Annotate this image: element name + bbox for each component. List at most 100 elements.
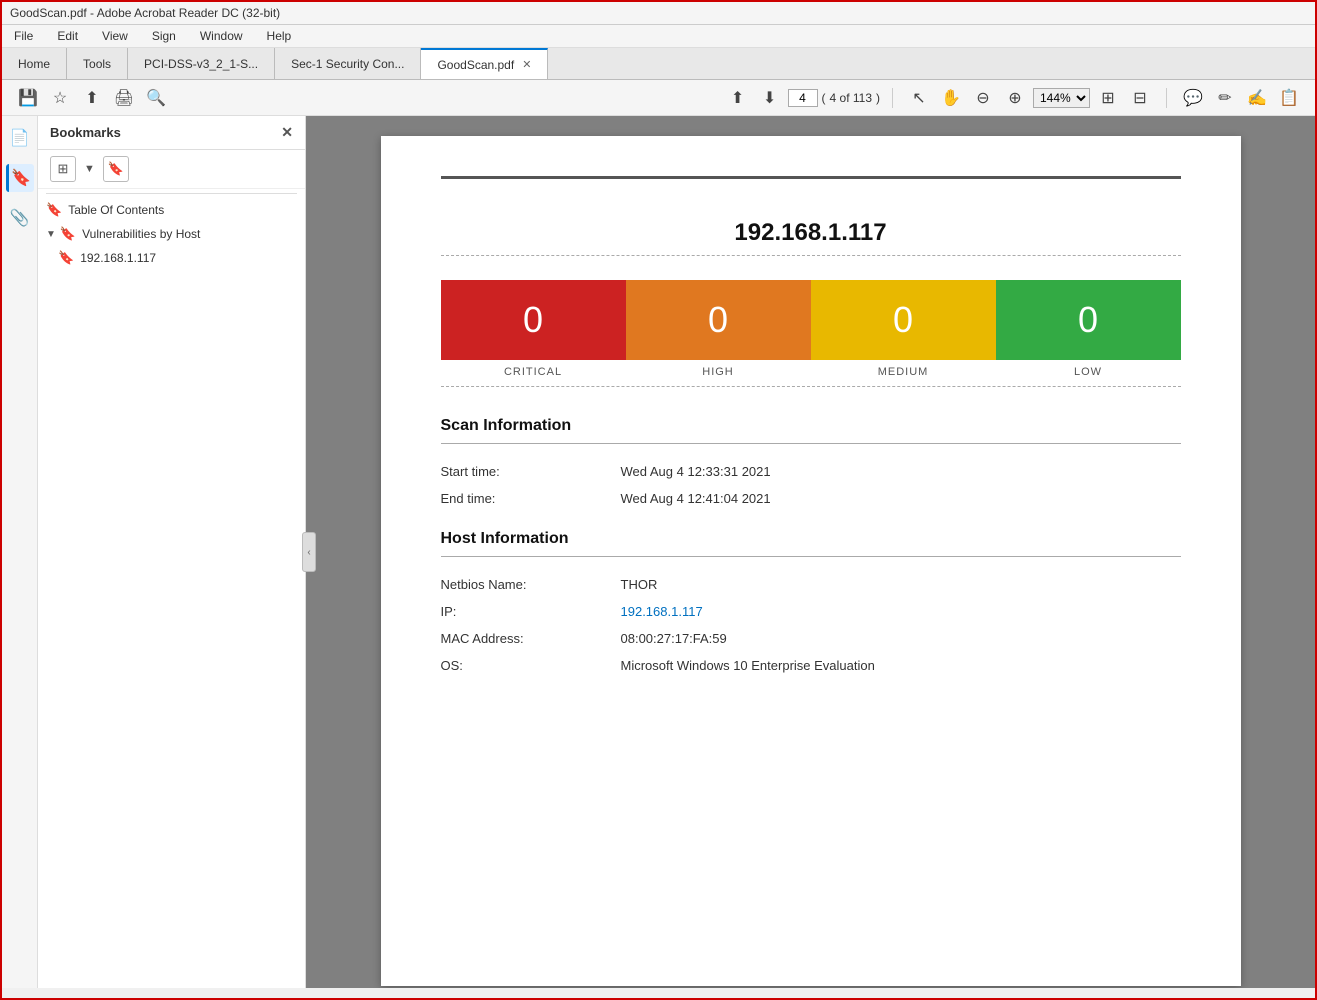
sidebar-bookmark-icon[interactable]: 🔖 xyxy=(103,156,129,182)
hand-tool-button[interactable]: ✋ xyxy=(937,84,965,112)
left-icon-bookmarks[interactable]: 🔖 xyxy=(6,164,34,192)
sidebar-header: Bookmarks ✕ xyxy=(38,116,305,150)
toolbar-right-group: 💬 ✏ ✍ 📋 xyxy=(1179,84,1303,112)
menu-bar: File Edit View Sign Window Help xyxy=(2,25,1315,48)
os-value: Microsoft Windows 10 Enterprise Evaluati… xyxy=(621,658,875,673)
fit-width-button[interactable]: ⊟ xyxy=(1126,84,1154,112)
scan-info-row-0: Start time: Wed Aug 4 12:33:31 2021 xyxy=(441,464,1181,479)
sidebar-collapse-handle[interactable]: ‹ xyxy=(302,532,316,572)
sidebar-item-vuln-host[interactable]: ▼ 🔖 Vulnerabilities by Host xyxy=(38,222,305,246)
tab-goodscan[interactable]: GoodScan.pdf ✕ xyxy=(421,48,548,79)
cursor-tool-button[interactable]: ↖ xyxy=(905,84,933,112)
scan-info-title: Scan Information xyxy=(441,417,1181,435)
host-ip-title: 192.168.1.117 xyxy=(441,219,1181,256)
zoom-in-button[interactable]: ⊕ xyxy=(1001,84,1029,112)
page-paren-close: ) xyxy=(876,91,880,105)
zoom-out-button[interactable]: ⊖ xyxy=(969,84,997,112)
scan-end-value: Wed Aug 4 12:41:04 2021 xyxy=(621,491,771,506)
high-count: 0 xyxy=(708,299,728,341)
medium-count: 0 xyxy=(893,299,913,341)
menu-edit[interactable]: Edit xyxy=(53,27,82,45)
scan-start-label: Start time: xyxy=(441,464,621,479)
edit-button[interactable]: ✏ xyxy=(1211,84,1239,112)
save-button[interactable]: 💾 xyxy=(14,84,42,112)
host-info-divider xyxy=(441,556,1181,557)
scan-info-section: Scan Information Start time: Wed Aug 4 1… xyxy=(441,417,1181,506)
zoom-select[interactable]: 144% 100% 75% 150% xyxy=(1033,88,1090,108)
os-label: OS: xyxy=(441,658,621,673)
ip-label: IP: xyxy=(441,604,621,619)
left-icon-attachments[interactable]: 📎 xyxy=(6,204,34,232)
toolbar-cursor-group: ↖ ✋ ⊖ ⊕ 144% 100% 75% 150% ⊞ ⊟ xyxy=(905,84,1154,112)
menu-view[interactable]: View xyxy=(98,27,132,45)
left-icon-panel: 📄 🔖 📎 xyxy=(2,116,38,988)
title-bar: GoodScan.pdf - Adobe Acrobat Reader DC (… xyxy=(2,2,1315,25)
menu-sign[interactable]: Sign xyxy=(148,27,180,45)
sidebar-grid-icon[interactable]: ⊞ xyxy=(50,156,76,182)
severity-labels: CRITICAL HIGH MEDIUM LOW xyxy=(441,360,1181,387)
main-area: 📄 🔖 📎 Bookmarks ✕ ⊞ ▼ 🔖 🔖 Table Of Conte… xyxy=(2,116,1315,988)
host-info-title: Host Information xyxy=(441,530,1181,548)
vuln-host-toggle[interactable]: ▼ xyxy=(46,229,56,240)
search-button[interactable]: 🔍 xyxy=(142,84,170,112)
menu-file[interactable]: File xyxy=(10,27,37,45)
bookmark-icon-toc: 🔖 xyxy=(46,202,62,218)
scan-start-value: Wed Aug 4 12:33:31 2021 xyxy=(621,464,771,479)
pdf-top-line xyxy=(441,176,1181,179)
host-info-row-2: MAC Address: 08:00:27:17:FA:59 xyxy=(441,631,1181,646)
menu-help[interactable]: Help xyxy=(263,27,296,45)
more-tools-button[interactable]: 📋 xyxy=(1275,84,1303,112)
tab-close-icon[interactable]: ✕ xyxy=(522,58,531,71)
bookmark-icon-ip: 🔖 xyxy=(58,250,74,266)
menu-window[interactable]: Window xyxy=(196,27,247,45)
upload-button[interactable]: ⬆ xyxy=(78,84,106,112)
tab-sec1[interactable]: Sec-1 Security Con... xyxy=(275,48,421,79)
sidebar-dropdown-arrow[interactable]: ▼ xyxy=(84,163,95,175)
pdf-page: 192.168.1.117 0 0 0 0 CRITICAL HIGH xyxy=(381,136,1241,986)
tab-bar: Home Tools PCI-DSS-v3_2_1-S... Sec-1 Sec… xyxy=(2,48,1315,80)
host-info-row-1: IP: 192.168.1.117 xyxy=(441,604,1181,619)
content-area[interactable]: 192.168.1.117 0 0 0 0 CRITICAL HIGH xyxy=(306,116,1315,988)
netbios-label: Netbios Name: xyxy=(441,577,621,592)
mac-label: MAC Address: xyxy=(441,631,621,646)
netbios-value: THOR xyxy=(621,577,658,592)
sidebar-toc-label: Table Of Contents xyxy=(68,203,164,217)
scan-info-divider xyxy=(441,443,1181,444)
left-icon-pages[interactable]: 📄 xyxy=(6,124,34,152)
high-label: HIGH xyxy=(626,360,811,378)
sign-button[interactable]: ✍ xyxy=(1243,84,1271,112)
sidebar-divider xyxy=(46,193,297,194)
sidebar-item-ip[interactable]: 🔖 192.168.1.117 xyxy=(38,246,305,270)
toolbar-separator-1 xyxy=(892,88,893,108)
ip-value: 192.168.1.117 xyxy=(621,604,703,619)
tab-home[interactable]: Home xyxy=(2,48,67,79)
mac-value: 08:00:27:17:FA:59 xyxy=(621,631,727,646)
low-label: LOW xyxy=(996,360,1181,378)
prev-page-button[interactable]: ⬆ xyxy=(724,84,752,112)
toolbar: 💾 ☆ ⬆ 🖨 🔍 ⬆ ⬇ ( 4 of 113 ) ↖ ✋ ⊖ ⊕ 144% … xyxy=(2,80,1315,116)
sidebar-close-icon[interactable]: ✕ xyxy=(281,124,293,141)
sidebar-container: Bookmarks ✕ ⊞ ▼ 🔖 🔖 Table Of Contents ▼ … xyxy=(38,116,306,988)
host-info-row-0: Netbios Name: THOR xyxy=(441,577,1181,592)
bookmark-button[interactable]: ☆ xyxy=(46,84,74,112)
tab-tools[interactable]: Tools xyxy=(67,48,128,79)
toolbar-nav-group: ⬆ ⬇ ( 4 of 113 ) xyxy=(724,84,880,112)
print-button[interactable]: 🖨 xyxy=(110,84,138,112)
sidebar-icon-row: ⊞ ▼ 🔖 xyxy=(38,150,305,189)
scan-end-label: End time: xyxy=(441,491,621,506)
tab-pci[interactable]: PCI-DSS-v3_2_1-S... xyxy=(128,48,275,79)
page-input[interactable] xyxy=(788,89,818,107)
comment-button[interactable]: 💬 xyxy=(1179,84,1207,112)
medium-label: MEDIUM xyxy=(811,360,996,378)
host-info-section: Host Information Netbios Name: THOR IP: … xyxy=(441,530,1181,673)
low-count: 0 xyxy=(1078,299,1098,341)
page-label: 4 of 113 xyxy=(830,91,872,105)
critical-count: 0 xyxy=(523,299,543,341)
low-bar: 0 xyxy=(996,280,1181,360)
bookmark-icon-vuln: 🔖 xyxy=(60,226,76,242)
page-total-label: ( xyxy=(822,91,826,105)
fit-page-button[interactable]: ⊞ xyxy=(1094,84,1122,112)
sidebar-item-toc[interactable]: 🔖 Table Of Contents xyxy=(38,198,305,222)
next-page-button[interactable]: ⬇ xyxy=(756,84,784,112)
medium-bar: 0 xyxy=(811,280,996,360)
